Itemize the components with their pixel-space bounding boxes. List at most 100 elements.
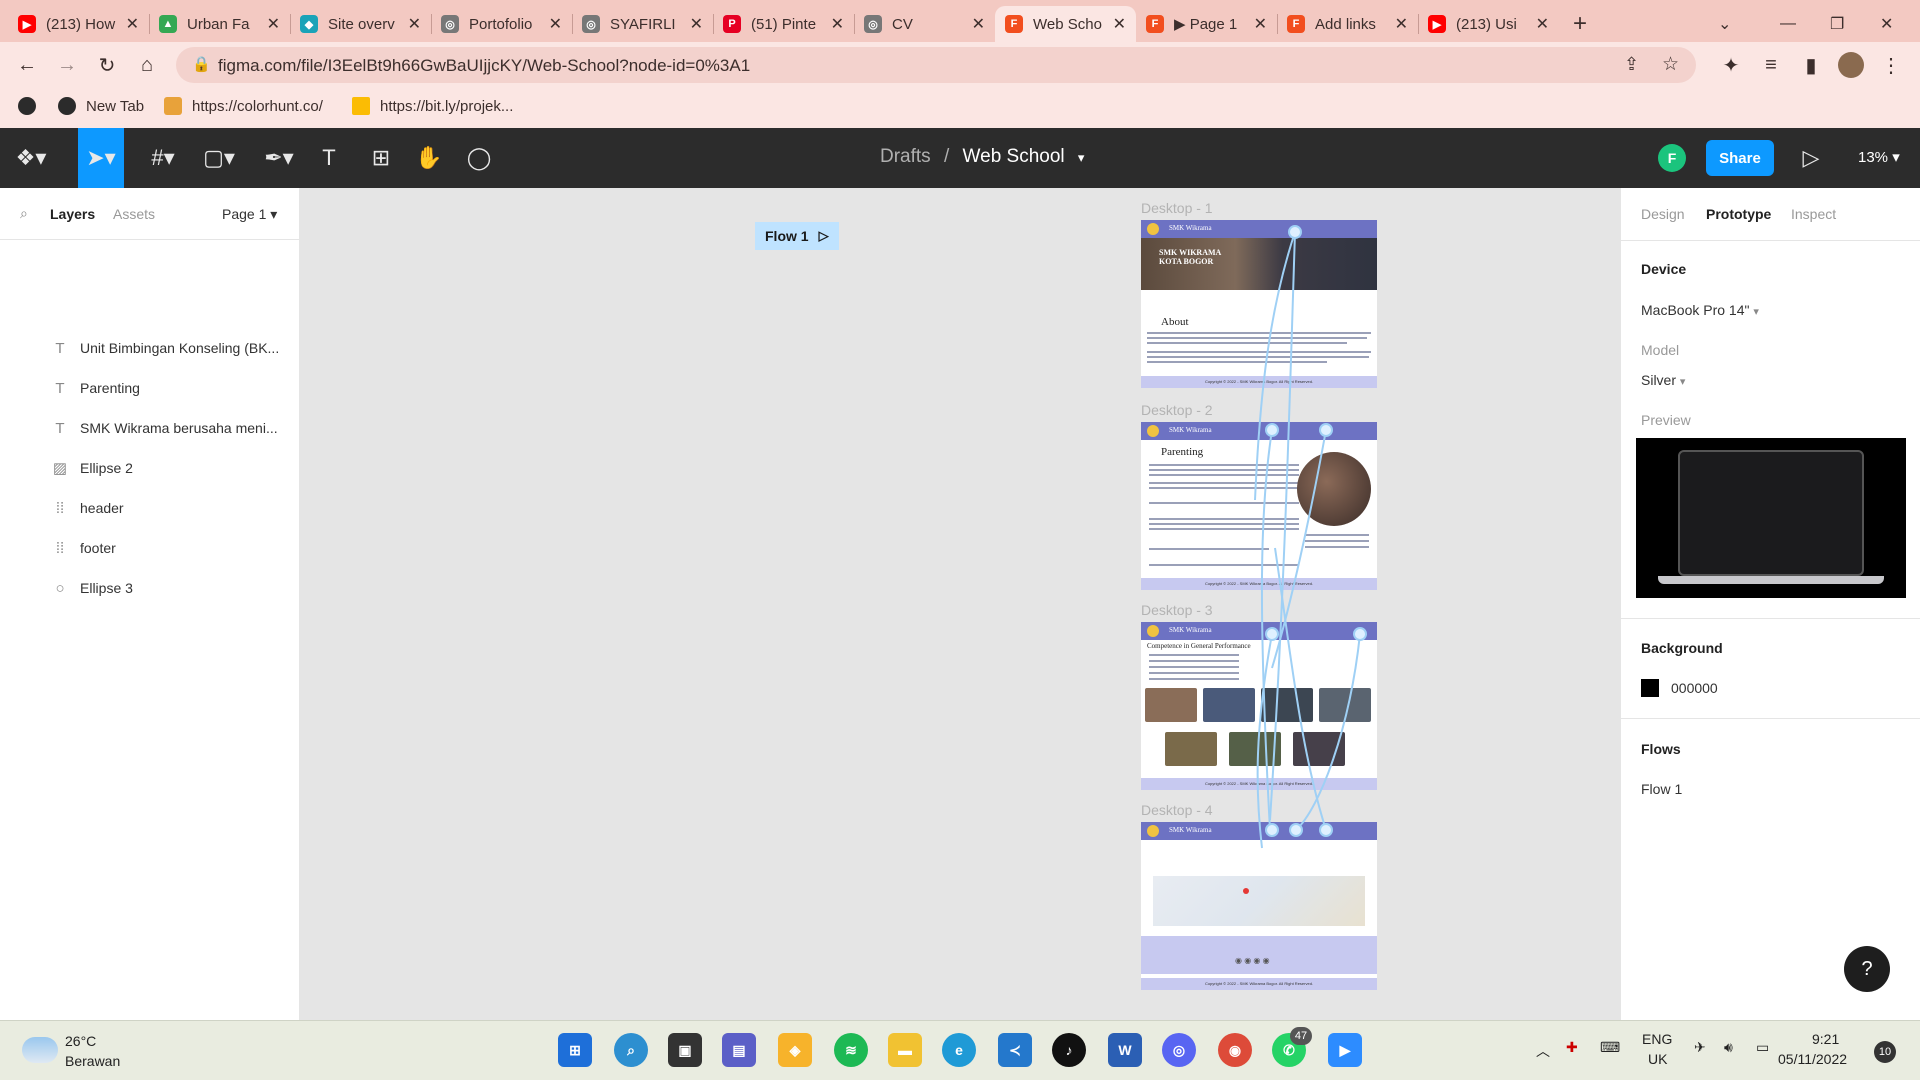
back-icon[interactable]: ← [12,50,42,80]
vscode-icon[interactable]: ≺ [998,1033,1032,1067]
battery-icon[interactable]: ▭ [1756,1039,1769,1056]
close-tab-icon[interactable]: ✕ [972,14,985,34]
close-window-icon[interactable]: ✕ [1870,6,1903,42]
spotify-icon[interactable]: ≋ [834,1033,868,1067]
move-tool-icon[interactable]: ➤▾ [78,128,124,188]
tray-app-icon[interactable]: ✚ [1566,1039,1578,1056]
user-avatar[interactable]: F [1658,144,1686,172]
connection-handle[interactable] [1319,423,1333,437]
language-top[interactable]: ENG [1642,1031,1672,1047]
zoom-level[interactable]: 13% ▾ [1858,148,1900,166]
search-icon[interactable]: ⌕ [20,205,28,222]
address-bar[interactable]: 🔒 figma.com/file/I3EelBt9h66GwBaUIjjcKY/… [176,47,1696,83]
browser-tab[interactable]: ◎ CV ✕ [854,6,995,42]
browser-tab[interactable]: ▶ (213) Usi ✕ [1418,6,1559,42]
browser-tab[interactable]: ◆ Site overv ✕ [290,6,431,42]
tab-inspect[interactable]: Inspect [1791,206,1836,222]
chat-icon[interactable]: ▤ [722,1033,756,1067]
layer-row[interactable]: T Unit Bimbingan Konseling (BK... [0,328,300,368]
tab-assets[interactable]: Assets [113,206,155,222]
keyboard-icon[interactable]: ⌨ [1600,1039,1620,1056]
side-panel-icon[interactable]: ▮ [1796,50,1826,80]
word-icon[interactable]: W [1108,1033,1142,1067]
close-tab-icon[interactable]: ✕ [549,14,562,34]
layer-row[interactable]: ⁞⁞ footer [0,528,300,568]
resources-tool-icon[interactable]: ⊞ [358,128,404,188]
media-icon[interactable]: ≡ [1756,50,1786,80]
connection-handle[interactable] [1319,823,1333,837]
connection-handle[interactable] [1289,823,1303,837]
minimize-icon[interactable]: — [1770,6,1806,42]
breadcrumb-drafts[interactable]: Drafts [880,146,931,167]
tab-layers[interactable]: Layers [50,206,95,222]
tab-prototype[interactable]: Prototype [1706,206,1771,222]
background-swatch[interactable] [1641,679,1659,697]
close-tab-icon[interactable]: ✕ [690,14,703,34]
connection-handle[interactable] [1265,823,1279,837]
model-select[interactable]: Silver ▾ [1641,372,1685,388]
share-button[interactable]: Share [1706,140,1774,176]
device-select[interactable]: MacBook Pro 14" ▾ [1641,302,1759,318]
app-icon[interactable]: ◈ [778,1033,812,1067]
share-page-icon[interactable]: ⇪ [1624,54,1639,75]
page-selector[interactable]: Page 1 ▾ [222,206,277,223]
close-tab-icon[interactable]: ✕ [1395,14,1408,34]
tray-chevron-icon[interactable]: ︿ [1536,1041,1550,1061]
browser-tab[interactable]: P (51) Pinte ✕ [713,6,854,42]
bookmark-new-tab[interactable]: New Tab [58,97,144,115]
layer-row[interactable]: ○ Ellipse 3 [0,568,300,608]
chevron-down-icon[interactable]: ▾ [1078,150,1085,165]
close-tab-icon[interactable]: ✕ [1113,14,1126,34]
layer-row[interactable]: ⁞⁞ header [0,488,300,528]
close-tab-icon[interactable]: ✕ [1536,14,1549,34]
present-play-icon[interactable]: ▷ [1788,128,1834,188]
forward-icon[interactable]: → [52,50,82,80]
close-tab-icon[interactable]: ✕ [831,14,844,34]
chevron-down-icon[interactable]: ⌄ [1708,6,1741,42]
layer-row[interactable]: ▨ Ellipse 2 [0,448,300,488]
figma-canvas[interactable]: Flow 1 ▷ Desktop - 1 Desktop - 2 Desktop … [300,188,1620,1020]
zoom-icon[interactable]: ▶ [1328,1033,1362,1067]
text-tool-icon[interactable]: T [306,128,352,188]
weather-temp[interactable]: 26°C [65,1033,96,1049]
layer-row[interactable]: T SMK Wikrama berusaha meni... [0,408,300,448]
browser-tab[interactable]: F Add links ✕ [1277,6,1418,42]
home-icon[interactable]: ⌂ [132,50,162,80]
hand-tool-icon[interactable]: ✋ [406,128,452,188]
layer-row[interactable]: T Parenting [0,368,300,408]
menu-kebab-icon[interactable]: ⋮ [1876,50,1906,80]
tab-design[interactable]: Design [1641,206,1685,222]
connection-handle[interactable] [1353,627,1367,641]
windows-start-icon[interactable]: ⊞ [558,1033,592,1067]
browser-tab[interactable]: ▲ Urban Fa ✕ [149,6,290,42]
clock-time[interactable]: 9:21 [1812,1031,1839,1047]
connection-handle[interactable] [1265,423,1279,437]
bookmark-star-icon[interactable]: ☆ [1662,53,1679,76]
connection-handle[interactable] [1265,627,1279,641]
browser-tab[interactable]: F Web Scho ✕ [995,6,1136,42]
browser-tab[interactable]: F ▶ Page 1 ✕ [1136,6,1277,42]
close-tab-icon[interactable]: ✕ [408,14,421,34]
browser-tab[interactable]: ◎ Portofolio ✕ [431,6,572,42]
reload-icon[interactable]: ↻ [92,50,122,80]
browser-tab[interactable]: ▶ (213) How ✕ [8,6,149,42]
volume-icon[interactable]: 🔊︎ [1724,1039,1733,1056]
file-explorer-icon[interactable]: ▬ [888,1033,922,1067]
browser-tab[interactable]: ◎ SYAFIRLI ✕ [572,6,713,42]
new-tab-icon[interactable]: + [1563,6,1597,42]
task-view-icon[interactable]: ▣ [668,1033,702,1067]
notification-badge[interactable]: 10 [1874,1041,1896,1063]
bookmark-globe[interactable] [18,97,46,115]
comment-tool-icon[interactable]: ◯ [456,128,502,188]
profile-avatar[interactable] [1836,50,1866,80]
discord-icon[interactable]: ◎ [1162,1033,1196,1067]
figma-menu-icon[interactable]: ❖▾ [8,128,54,188]
tiktok-icon[interactable]: ♪ [1052,1033,1086,1067]
bookmark-bitly[interactable]: https://bit.ly/projek... [352,97,513,115]
close-tab-icon[interactable]: ✕ [1254,14,1267,34]
weather-cloud-icon[interactable] [22,1037,58,1063]
chrome-icon[interactable]: ◉ [1218,1033,1252,1067]
pen-tool-icon[interactable]: ✒▾ [256,128,302,188]
frame-tool-icon[interactable]: #▾ [140,128,186,188]
close-tab-icon[interactable]: ✕ [126,14,139,34]
